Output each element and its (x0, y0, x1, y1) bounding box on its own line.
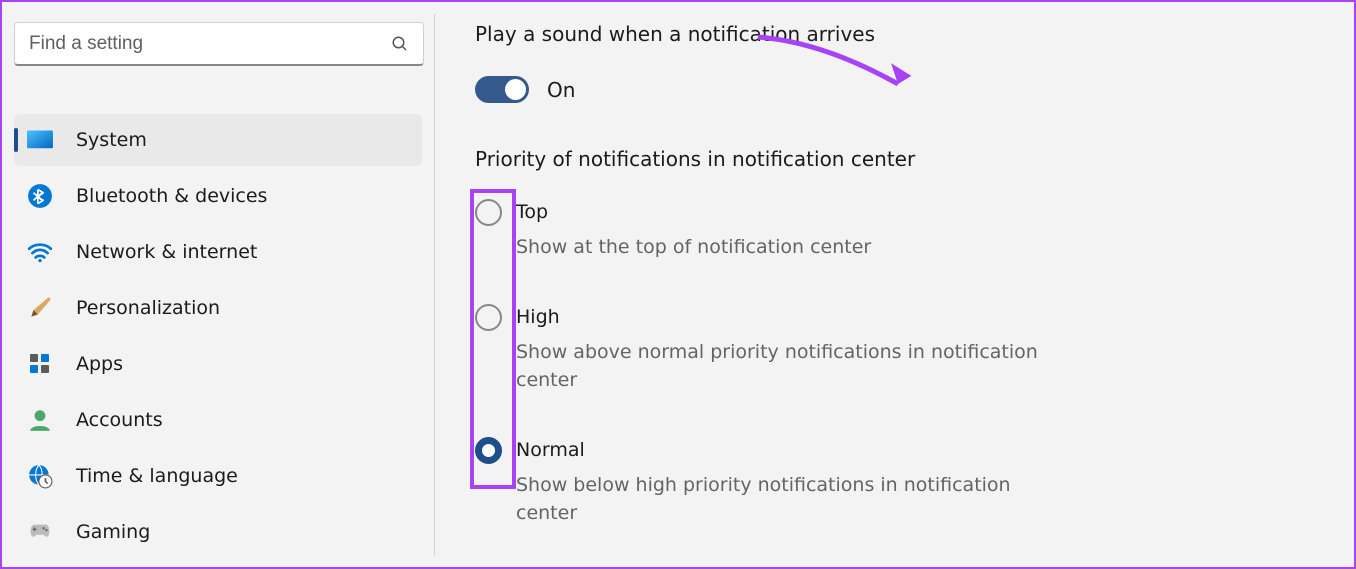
radio-title: High (516, 306, 1076, 328)
priority-heading: Priority of notifications in notificatio… (475, 147, 1314, 171)
sidebar-item-label: Gaming (76, 521, 150, 543)
sidebar: System Bluetooth & devices Network & int… (2, 2, 434, 567)
sidebar-item-label: Time & language (76, 465, 238, 487)
sidebar-item-label: Apps (76, 353, 123, 375)
priority-radio-group: Top Show at the top of notification cent… (475, 199, 1314, 528)
search-icon (391, 35, 409, 53)
sidebar-item-label: Personalization (76, 297, 220, 319)
radio-normal[interactable] (475, 437, 502, 464)
radio-top[interactable] (475, 199, 502, 226)
search-box[interactable] (14, 22, 424, 66)
sidebar-item-apps[interactable]: Apps (14, 338, 422, 390)
sidebar-item-accounts[interactable]: Accounts (14, 394, 422, 446)
sidebar-item-label: System (76, 129, 147, 151)
priority-option-normal[interactable]: Normal Show below high priority notifica… (475, 437, 1314, 528)
priority-option-high[interactable]: High Show above normal priority notifica… (475, 304, 1314, 395)
radio-desc: Show above normal priority notifications… (516, 338, 1076, 395)
radio-title: Normal (516, 439, 1076, 461)
sidebar-item-gaming[interactable]: Gaming (14, 506, 422, 558)
sidebar-item-time[interactable]: Time & language (14, 450, 422, 502)
gamepad-icon (26, 518, 54, 546)
system-icon (26, 126, 54, 154)
sidebar-item-bluetooth[interactable]: Bluetooth & devices (14, 170, 422, 222)
bluetooth-icon (26, 182, 54, 210)
priority-option-top[interactable]: Top Show at the top of notification cent… (475, 199, 1314, 262)
wifi-icon (26, 238, 54, 266)
person-icon (26, 406, 54, 434)
radio-high[interactable] (475, 304, 502, 331)
sound-setting-title: Play a sound when a notification arrives (475, 22, 1314, 46)
sound-toggle[interactable] (475, 76, 529, 103)
globe-clock-icon (26, 462, 54, 490)
nav-list: System Bluetooth & devices Network & int… (14, 114, 422, 558)
sidebar-item-label: Network & internet (76, 241, 257, 263)
sidebar-item-label: Bluetooth & devices (76, 185, 267, 207)
paintbrush-icon (26, 294, 54, 322)
radio-desc: Show below high priority notifications i… (516, 471, 1076, 528)
main-content: Play a sound when a notification arrives… (435, 2, 1354, 567)
sidebar-item-network[interactable]: Network & internet (14, 226, 422, 278)
search-input[interactable] (29, 33, 391, 55)
toggle-state-label: On (547, 78, 575, 102)
sidebar-item-label: Accounts (76, 409, 163, 431)
apps-icon (26, 350, 54, 378)
radio-desc: Show at the top of notification center (516, 233, 871, 262)
toggle-knob (505, 79, 526, 100)
sidebar-item-system[interactable]: System (14, 114, 422, 166)
sidebar-item-personalization[interactable]: Personalization (14, 282, 422, 334)
radio-title: Top (516, 201, 871, 223)
